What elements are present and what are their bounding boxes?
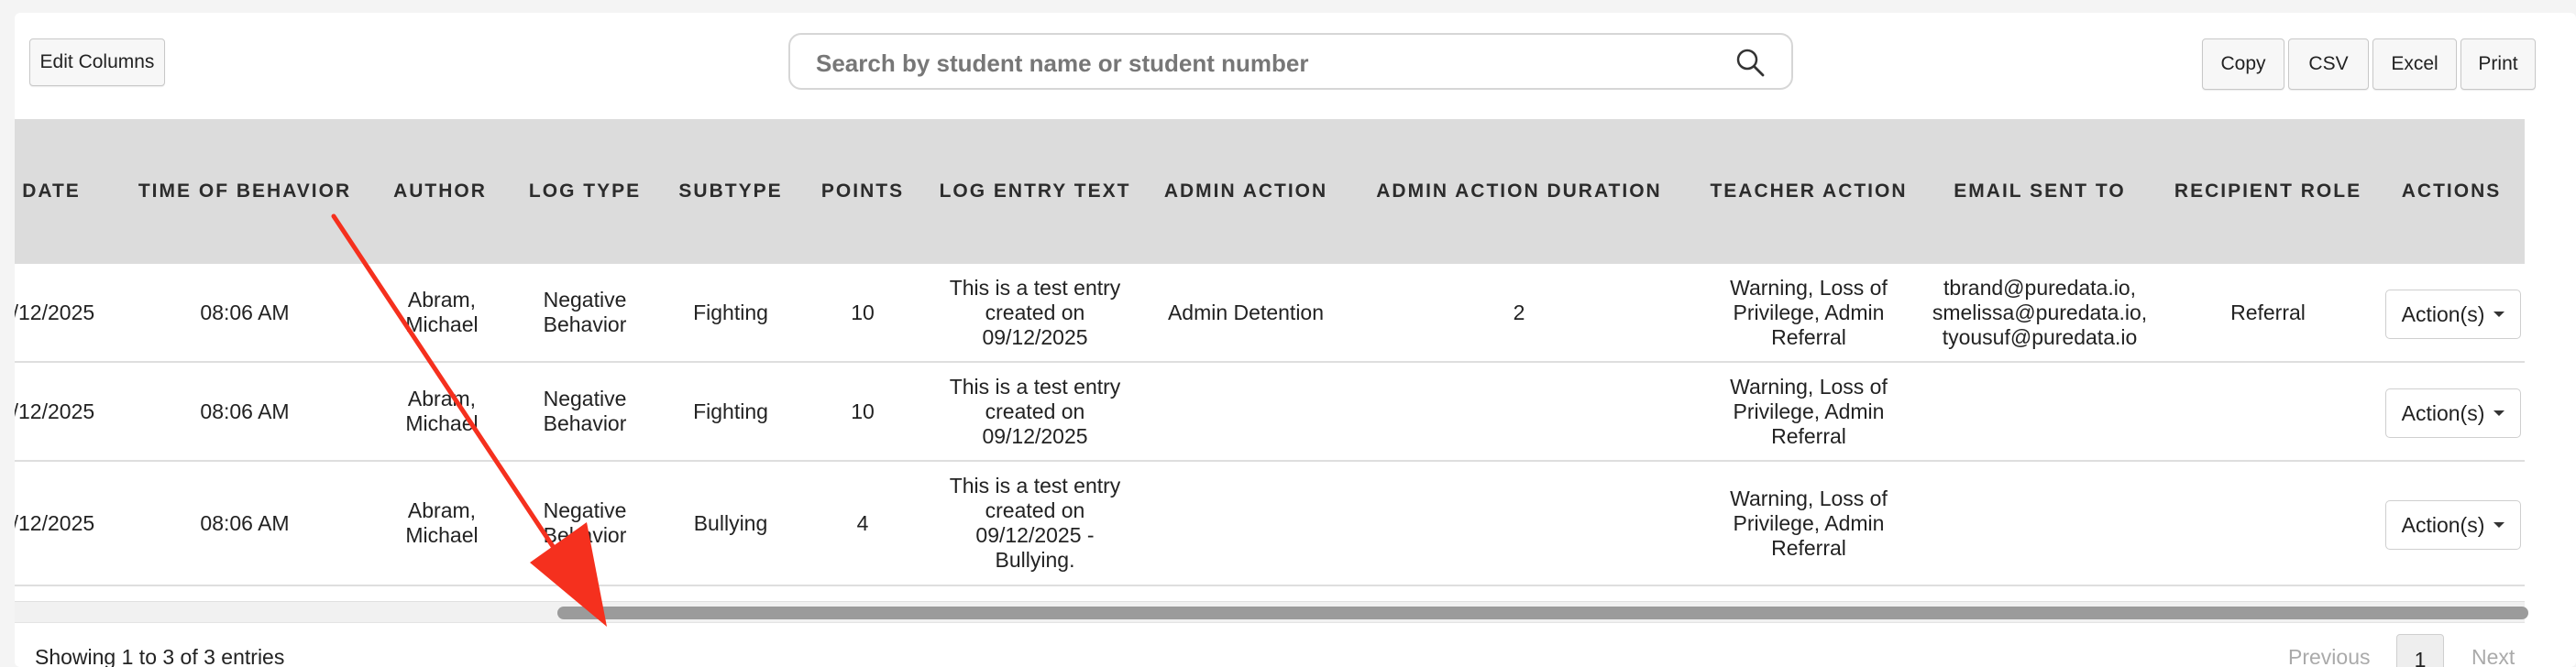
table-row: 9/12/2025 08:06 AM Abram, Michael Negati…	[15, 462, 2525, 586]
cell-teacher-action: Warning, Loss of Privilege, Admin Referr…	[1730, 486, 1888, 560]
cell-subtype: Fighting	[693, 300, 768, 324]
column-header-time-of-behavior[interactable]: TIME OF BEHAVIOR	[123, 119, 367, 264]
table-header-row: DATE TIME OF BEHAVIOR AUTHOR LOG TYPE SU…	[15, 119, 2525, 264]
pagination-next[interactable]: Next	[2471, 645, 2515, 667]
chevron-down-icon	[2493, 522, 2505, 528]
column-header-actions: ACTIONS	[2401, 180, 2502, 202]
cell-admin-action-duration	[1353, 462, 1685, 585]
row-actions-dropdown[interactable]: Action(s)	[2385, 290, 2521, 339]
cell-author: Abram, Michael	[405, 498, 479, 547]
chevron-down-icon	[2493, 410, 2505, 416]
row-actions-label: Action(s)	[2401, 512, 2485, 537]
column-header-subtype[interactable]: SUBTYPE	[662, 119, 799, 264]
cell-points: 10	[851, 399, 875, 423]
row-actions-label: Action(s)	[2401, 301, 2485, 326]
column-header-points[interactable]: POINTS	[803, 119, 922, 264]
cell-teacher-action: Warning, Loss of Privilege, Admin Referr…	[1730, 275, 1888, 349]
cell-email-sent-to	[1931, 462, 2149, 585]
cell-log-type: Negative Behavior	[543, 288, 627, 336]
chevron-down-icon	[2493, 312, 2505, 317]
behavior-log-table: DATE TIME OF BEHAVIOR AUTHOR LOG TYPE SU…	[15, 119, 2525, 601]
scrollbar-thumb[interactable]	[557, 607, 2528, 619]
column-header-recipient-role[interactable]: RECIPIENT ROLE	[2151, 119, 2385, 264]
cell-date: 9/12/2025	[15, 300, 95, 324]
cell-time: 08:06 AM	[200, 510, 290, 535]
cell-admin-action	[1148, 363, 1344, 460]
print-button[interactable]: Print	[2460, 38, 2536, 90]
column-header-teacher-action[interactable]: TEACHER ACTION	[1689, 119, 1929, 264]
table-info-text: Showing 1 to 3 of 3 entries	[35, 645, 285, 667]
search-placeholder: Search by student name or student number	[816, 49, 1309, 77]
excel-button[interactable]: Excel	[2372, 38, 2457, 90]
pagination-previous[interactable]: Previous	[2288, 645, 2370, 667]
cell-time: 08:06 AM	[200, 399, 290, 423]
column-header-log-type[interactable]: LOG TYPE	[510, 119, 660, 264]
edit-columns-button[interactable]: Edit Columns	[29, 38, 165, 86]
cell-date: 9/12/2025	[15, 399, 95, 423]
cell-log-entry-text: This is a test entry created on 09/12/20…	[949, 275, 1121, 349]
cell-author: Abram, Michael	[405, 387, 479, 435]
cell-admin-action-duration	[1353, 363, 1685, 460]
table-toolbar: Edit Columns Search by student name or s…	[15, 13, 2576, 119]
horizontal-scrollbar[interactable]	[15, 601, 2528, 623]
cell-subtype: Fighting	[693, 399, 768, 423]
cell-admin-action-duration: 2	[1513, 300, 1525, 324]
cell-date: 9/12/2025	[15, 510, 95, 535]
row-actions-dropdown[interactable]: Action(s)	[2385, 500, 2521, 550]
column-header-admin-action-duration[interactable]: ADMIN ACTION DURATION	[1353, 119, 1685, 264]
column-header-author[interactable]: AUTHOR	[374, 119, 506, 264]
behavior-log-panel: Edit Columns Search by student name or s…	[15, 13, 2576, 667]
column-header-date[interactable]: DATE	[15, 119, 106, 264]
cell-points: 10	[851, 300, 875, 324]
cell-log-type: Negative Behavior	[543, 387, 627, 435]
cell-subtype: Bullying	[693, 510, 768, 535]
cell-admin-action: Admin Detention	[1167, 300, 1325, 324]
column-header-admin-action[interactable]: ADMIN ACTION	[1148, 119, 1344, 264]
cell-time: 08:06 AM	[200, 300, 290, 324]
table-row: 9/12/2025 08:06 AM Abram, Michael Negati…	[15, 363, 2525, 462]
cell-teacher-action: Warning, Loss of Privilege, Admin Referr…	[1730, 374, 1888, 448]
column-header-email-sent-to[interactable]: EMAIL SENT TO	[1931, 119, 2149, 264]
row-actions-label: Action(s)	[2401, 400, 2485, 425]
cell-points: 4	[856, 510, 869, 535]
cell-admin-action	[1148, 462, 1344, 585]
cell-recipient-role	[2151, 462, 2385, 585]
cell-log-entry-text: This is a test entry created on 09/12/20…	[949, 474, 1121, 572]
search-icon[interactable]	[1734, 47, 1766, 78]
cell-log-entry-text: This is a test entry created on 09/12/20…	[949, 374, 1121, 448]
pagination-page-1[interactable]: 1	[2396, 634, 2444, 667]
cell-author: Abram, Michael	[405, 288, 479, 336]
cell-recipient-role	[2151, 363, 2385, 460]
cell-email-sent-to: tbrand@puredata.io, smelissa@puredata.io…	[1932, 275, 2148, 349]
column-header-log-entry-text[interactable]: LOG ENTRY TEXT	[926, 119, 1144, 264]
row-actions-dropdown[interactable]: Action(s)	[2385, 388, 2521, 438]
search-input[interactable]: Search by student name or student number	[788, 33, 1793, 90]
table-row: 9/12/2025 08:06 AM Abram, Michael Negati…	[15, 264, 2525, 363]
cell-email-sent-to	[1931, 363, 2149, 460]
csv-button[interactable]: CSV	[2288, 38, 2369, 90]
copy-button[interactable]: Copy	[2202, 38, 2284, 90]
cell-log-type: Negative Behavior	[543, 498, 627, 547]
cell-recipient-role: Referral	[2230, 300, 2306, 324]
